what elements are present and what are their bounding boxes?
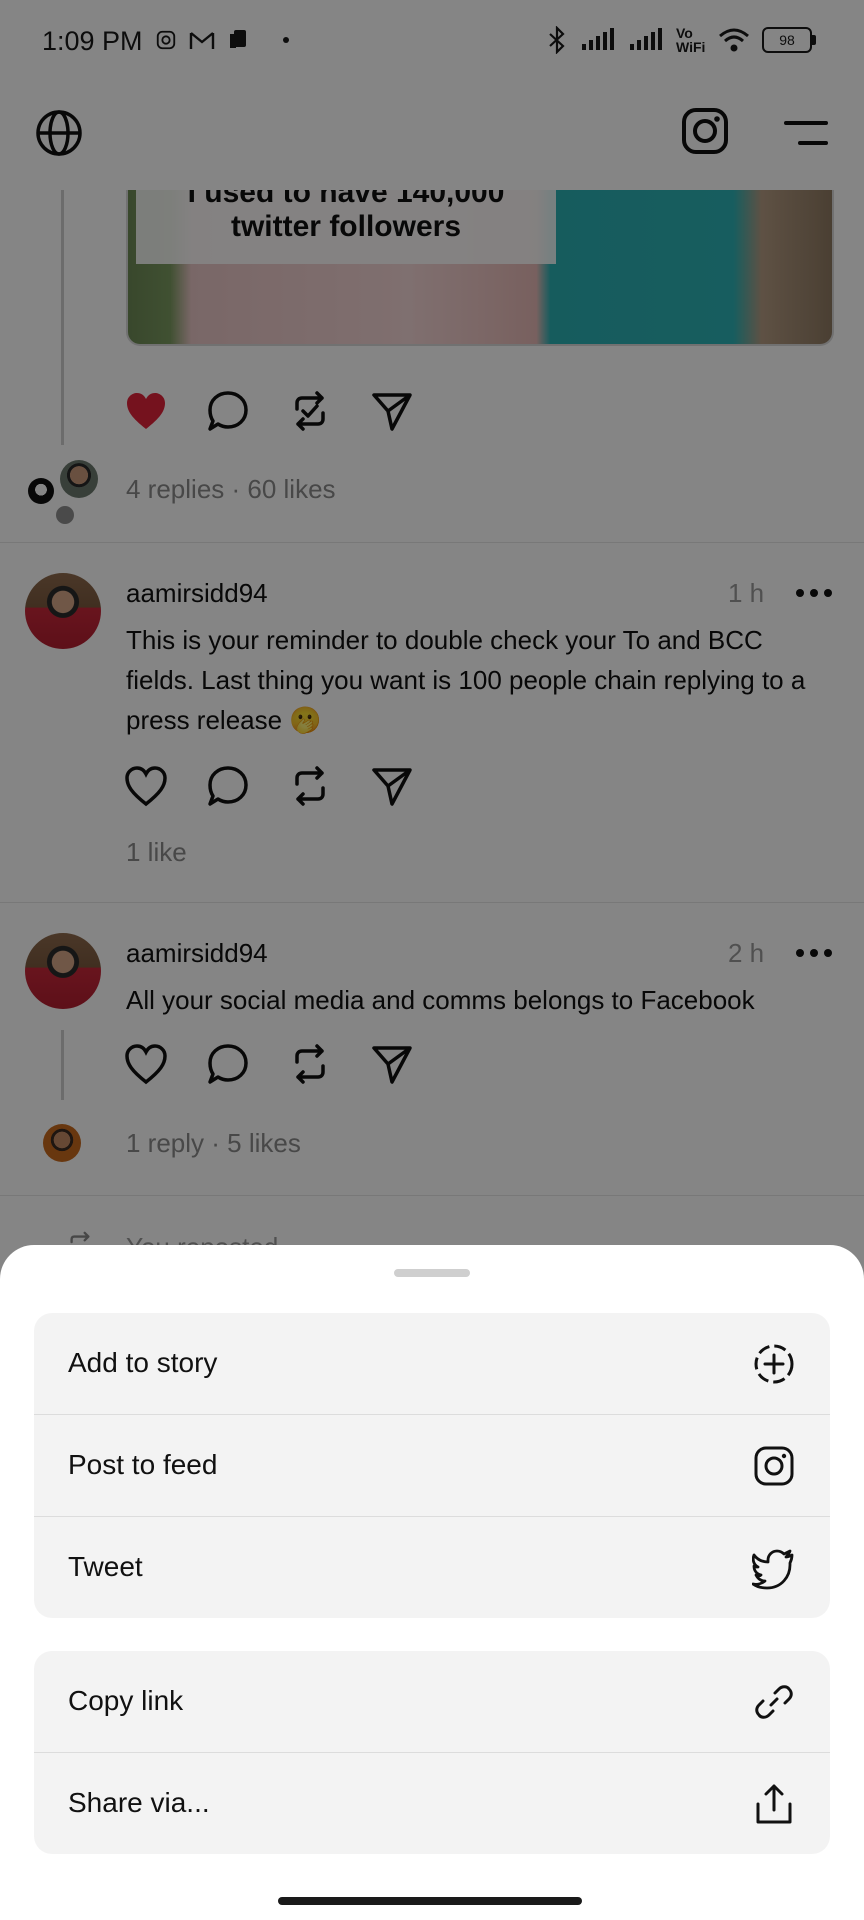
twitter-icon	[752, 1549, 794, 1590]
tweet-item[interactable]: Tweet	[34, 1517, 830, 1618]
instagram-icon	[754, 1446, 794, 1486]
post-to-feed-item[interactable]: Post to feed	[34, 1415, 830, 1517]
copy-link-item[interactable]: Copy link	[34, 1651, 830, 1753]
share-group-secondary: Copy link Share via...	[34, 1651, 830, 1854]
share-via-item[interactable]: Share via...	[34, 1753, 830, 1854]
post-to-feed-label: Post to feed	[68, 1449, 218, 1480]
add-to-story-label: Add to story	[68, 1347, 218, 1378]
add-to-story-item[interactable]: Add to story	[34, 1313, 830, 1415]
share-via-label: Share via...	[68, 1787, 210, 1818]
link-icon	[755, 1685, 793, 1719]
tweet-label: Tweet	[68, 1551, 143, 1582]
screen: 1:09 PM Vo WiFi 98 I used to have 140,00…	[0, 0, 864, 1920]
home-indicator[interactable]	[278, 1897, 582, 1905]
copy-link-label: Copy link	[68, 1685, 184, 1716]
add-story-icon	[754, 1344, 794, 1384]
sheet-drag-handle[interactable]	[394, 1269, 470, 1277]
share-icon	[756, 1784, 792, 1824]
share-sheet: Add to story Post to feed Tweet Copy lin…	[0, 1245, 864, 1920]
share-group-primary: Add to story Post to feed Tweet	[34, 1313, 830, 1618]
